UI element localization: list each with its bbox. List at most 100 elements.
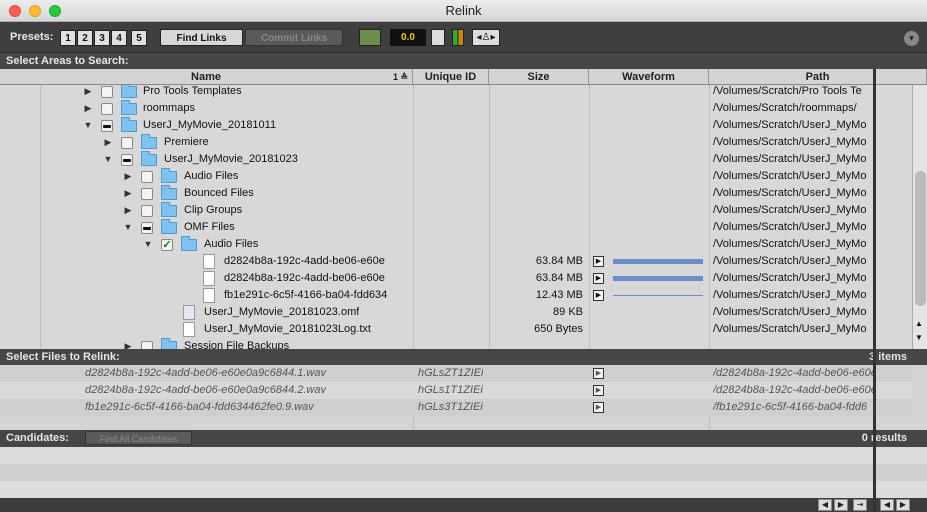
scroll-right-icon[interactable]: ▶: [896, 499, 910, 511]
checkbox[interactable]: [101, 86, 113, 98]
item-path: /Volumes/Scratch/UserJ_MyMo: [713, 187, 867, 199]
play-icon[interactable]: ▶: [593, 368, 604, 379]
scroll-down-icon[interactable]: ▼: [915, 333, 923, 342]
scroll-left-icon[interactable]: ◀: [818, 499, 832, 511]
scroll-up-icon[interactable]: ▲: [915, 319, 923, 328]
preset-2-button[interactable]: 2: [77, 30, 93, 46]
item-path: /Volumes/Scratch/UserJ_MyMo: [713, 170, 867, 182]
folder-icon: [161, 202, 177, 217]
column-header-size[interactable]: Size: [489, 69, 589, 85]
scroll-left-icon[interactable]: ◀: [880, 499, 894, 511]
preset-5-button[interactable]: 5: [131, 30, 147, 46]
disclosure-down-icon[interactable]: ▼: [83, 117, 93, 134]
find-links-button[interactable]: Find Links: [160, 29, 243, 46]
column-header-unique-id[interactable]: Unique ID: [413, 69, 489, 85]
folder-icon: [161, 168, 177, 183]
tree-row[interactable]: ▼ UserJ_MyMovie_20181011 /Volumes/Scratc…: [0, 117, 912, 134]
disclosure-right-icon[interactable]: ▶: [103, 134, 113, 151]
tree-row[interactable]: ▶ Premiere /Volumes/Scratch/UserJ_MyMo: [0, 134, 912, 151]
item-name: UserJ_MyMovie_20181023Log.txt: [204, 323, 371, 335]
preset-3-button[interactable]: 3: [94, 30, 110, 46]
relink-file-list: d2824b8a-192c-4add-be06-e60e0a9c6844.1.w…: [0, 365, 927, 430]
tree-row[interactable]: ▼ UserJ_MyMovie_20181023 /Volumes/Scratc…: [0, 151, 912, 168]
item-path: /Volumes/Scratch/UserJ_MyMo: [713, 323, 867, 335]
item-path: /Volumes/Scratch/UserJ_MyMo: [713, 238, 867, 250]
tree-row[interactable]: ▶ Session File Backups: [0, 338, 912, 349]
disclosure-right-icon[interactable]: ▶: [123, 202, 133, 219]
tree-row[interactable]: ▶ Clip Groups /Volumes/Scratch/UserJ_MyM…: [0, 202, 912, 219]
folder-icon: [121, 85, 137, 98]
tree-row[interactable]: ▼ OMF Files /Volumes/Scratch/UserJ_MyMo: [0, 219, 912, 236]
gain-fader-icon[interactable]: [431, 29, 445, 46]
expand-column-icon[interactable]: ⇥: [853, 499, 867, 511]
tree-row[interactable]: ▶ Audio Files /Volumes/Scratch/UserJ_MyM…: [0, 168, 912, 185]
item-name: UserJ_MyMovie_20181023: [164, 153, 298, 165]
relink-row[interactable]: d2824b8a-192c-4add-be06-e60e0a9c6844.1.w…: [0, 365, 912, 382]
tree-row[interactable]: d2824b8a-192c-4add-be06-e60e 63.84 MB ▶ …: [0, 253, 912, 270]
play-icon[interactable]: ▶: [593, 256, 604, 267]
play-icon[interactable]: ▶: [593, 402, 604, 413]
checked-checkbox-icon[interactable]: ✓: [161, 239, 173, 251]
relink-file-name: d2824b8a-192c-4add-be06-e60e0a9c6844.2.w…: [85, 384, 326, 396]
relink-row[interactable]: fb1e291c-6c5f-4166-ba04-fdd634462fe0.9.w…: [0, 399, 912, 416]
item-name: fb1e291c-6c5f-4166-ba04-fdd634: [224, 289, 388, 301]
mixed-checkbox-icon[interactable]: [121, 154, 133, 166]
commit-links-button[interactable]: Commit Links: [245, 29, 343, 46]
tree-row[interactable]: ▶ Pro Tools Templates /Volumes/Scratch/P…: [0, 85, 912, 100]
tree-row[interactable]: ▼ ✓ Audio Files /Volumes/Scratch/UserJ_M…: [0, 236, 912, 253]
tree-row[interactable]: UserJ_MyMovie_20181023.omf 89 KB /Volume…: [0, 304, 912, 321]
waveform-icon: [613, 295, 703, 296]
scroll-right-icon[interactable]: ▶: [834, 499, 848, 511]
toolbar: Presets: 1 2 3 4 5 Find Links Commit Lin…: [0, 22, 927, 53]
play-icon[interactable]: ▶: [593, 273, 604, 284]
tree-row[interactable]: ▶ roommaps /Volumes/Scratch/roommaps/: [0, 100, 912, 117]
zoom-window-button[interactable]: [49, 5, 61, 17]
play-icon[interactable]: ▶: [593, 290, 604, 301]
areas-vertical-scrollbar[interactable]: ▲ ▼: [912, 85, 927, 349]
scrollbar-thumb[interactable]: [915, 171, 926, 306]
relink-row[interactable]: d2824b8a-192c-4add-be06-e60e0a9c6844.2.w…: [0, 382, 912, 399]
disclosure-right-icon[interactable]: ▶: [123, 185, 133, 202]
column-header-path[interactable]: Path: [709, 69, 927, 85]
mixed-checkbox-icon[interactable]: [101, 120, 113, 132]
relink-file-name: d2824b8a-192c-4add-be06-e60e0a9c6844.1.w…: [85, 367, 326, 379]
mixed-checkbox-icon[interactable]: [141, 222, 153, 234]
disclosure-right-icon[interactable]: ▶: [123, 338, 133, 349]
checkbox[interactable]: [101, 103, 113, 115]
disclosure-down-icon[interactable]: ▼: [123, 219, 133, 236]
close-window-button[interactable]: [9, 5, 21, 17]
relink-arrow-icon[interactable]: [359, 29, 381, 46]
disclosure-down-icon[interactable]: ▼: [143, 236, 153, 253]
tree-row[interactable]: ▶ Bounced Files /Volumes/Scratch/UserJ_M…: [0, 185, 912, 202]
item-name: Audio Files: [204, 238, 259, 250]
relink-path: /fb1e291c-6c5f-4166-ba04-fdd6: [713, 401, 868, 413]
disclosure-down-icon[interactable]: ▼: [103, 151, 113, 168]
disclosure-right-icon[interactable]: ▶: [83, 85, 93, 100]
relink-unique-id: hGLsZT1ZIEi: [418, 367, 484, 379]
item-path: /Volumes/Scratch/UserJ_MyMo: [713, 306, 867, 318]
preset-1-button[interactable]: 1: [60, 30, 76, 46]
disclosure-right-icon[interactable]: ▶: [123, 168, 133, 185]
item-size: 650 Bytes: [534, 323, 583, 335]
disclosure-right-icon[interactable]: ▶: [83, 100, 93, 117]
candidates-results: 0 results: [861, 432, 907, 444]
find-all-candidates-button[interactable]: Find All Candidates: [85, 431, 192, 445]
preset-4-button[interactable]: 4: [111, 30, 127, 46]
metronome-icon[interactable]: ◂♙▸: [472, 29, 500, 46]
tree-row[interactable]: d2824b8a-192c-4add-be06-e60e 63.84 MB ▶ …: [0, 270, 912, 287]
column-splitter[interactable]: [873, 69, 876, 512]
tree-row[interactable]: fb1e291c-6c5f-4166-ba04-fdd634 12.43 MB …: [0, 287, 912, 304]
item-path: /Volumes/Scratch/UserJ_MyMo: [713, 153, 867, 165]
column-header-name[interactable]: Name 1 ≙: [0, 69, 413, 85]
play-icon[interactable]: ▶: [593, 385, 604, 396]
options-menu-icon[interactable]: ▾: [904, 31, 919, 46]
minimize-window-button[interactable]: [29, 5, 41, 17]
tree-row[interactable]: UserJ_MyMovie_20181023Log.txt 650 Bytes …: [0, 321, 912, 338]
checkbox[interactable]: [141, 341, 153, 349]
checkbox[interactable]: [141, 188, 153, 200]
checkbox[interactable]: [141, 171, 153, 183]
checkbox[interactable]: [121, 137, 133, 149]
checkbox[interactable]: [141, 205, 153, 217]
column-header-waveform[interactable]: Waveform: [589, 69, 709, 85]
folder-icon: [141, 134, 157, 149]
